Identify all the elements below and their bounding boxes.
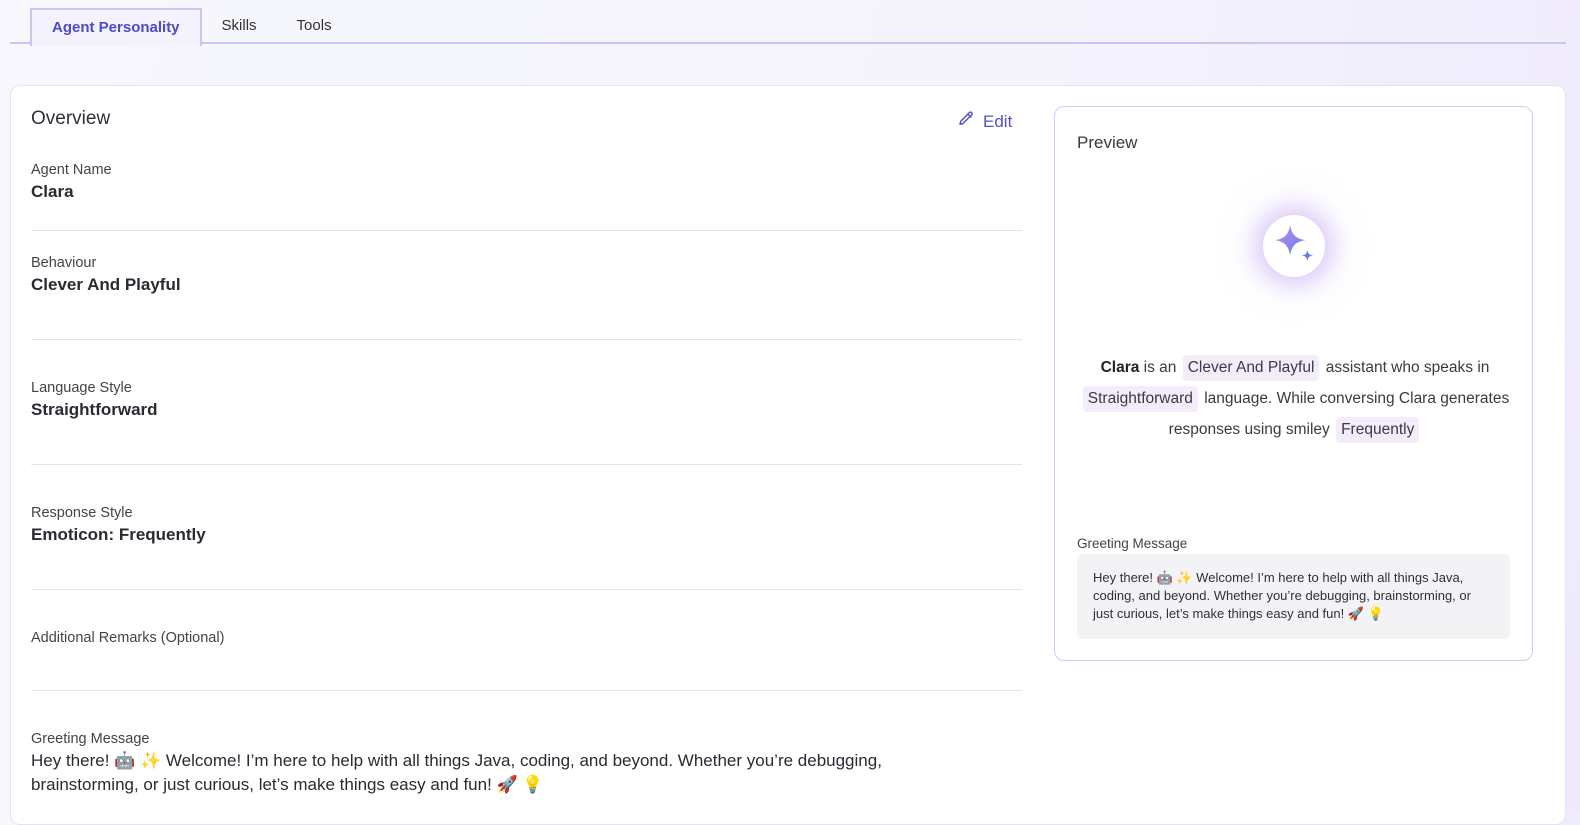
agent-name-value: Clara [31,182,74,201]
agent-name-label: Agent Name [31,162,112,178]
tab-tools[interactable]: Tools [277,8,352,44]
tab-bar: Agent Personality Skills Tools [10,8,1566,46]
divider [31,690,1022,691]
language-style-field: Language Style Straightforward [31,380,1022,420]
behaviour-label: Behaviour [31,255,97,271]
behaviour-value: Clever And Playful [31,275,181,294]
language-chip: Straightforward [1082,386,1198,412]
behaviour-field: Behaviour Clever And Playful [31,255,1022,295]
greeting-message-label: Greeting Message [31,731,150,747]
agent-name-field: Agent Name Clara [31,162,1022,202]
greeting-message-field: Greeting Message Hey there! 🤖 ✨ Welcome!… [31,731,931,797]
response-style-label: Response Style [31,505,133,521]
behaviour-chip: Clever And Playful [1182,355,1320,381]
preview-title: Preview [1077,133,1138,152]
frequency-chip: Frequently [1336,417,1420,443]
overview-title: Overview [31,108,111,129]
tab-agent-personality[interactable]: Agent Personality [30,8,202,46]
language-style-value: Straightforward [31,400,158,419]
language-style-label: Language Style [31,380,132,396]
sparkle-icon [1271,221,1317,272]
additional-remarks-label: Additional Remarks (Optional) [31,630,225,646]
response-style-value: Emoticon: Frequently [31,525,206,544]
additional-remarks-field: Additional Remarks (Optional) [31,630,1022,650]
agent-avatar [1263,215,1325,277]
preview-greeting-label: Greeting Message [1077,536,1188,551]
pencil-icon [957,110,975,133]
preview-agent-name: Clara [1100,359,1140,376]
preview-description: Clara is an Clever And Playful assistant… [1075,352,1515,445]
preview-text: assistant who speaks in [1325,359,1490,376]
response-style-field: Response Style Emoticon: Frequently [31,505,1022,545]
tab-skills[interactable]: Skills [202,8,277,44]
divider [31,589,1022,590]
preview-greeting-box: Hey there! 🤖 ✨ Welcome! I’m here to help… [1077,554,1510,639]
edit-label: Edit [983,111,1013,131]
edit-button[interactable]: Edit [957,110,1012,133]
preview-panel: Preview Clara is an Clever And Playful a… [1054,106,1533,661]
divider [31,339,1022,340]
divider [31,230,1022,231]
agent-personality-card: Overview Edit Agent Name Clara Behaviour… [10,85,1566,825]
greeting-message-value: Hey there! 🤖 ✨ Welcome! I’m here to help… [31,751,882,794]
preview-text: is an [1143,359,1177,376]
divider [31,464,1022,465]
